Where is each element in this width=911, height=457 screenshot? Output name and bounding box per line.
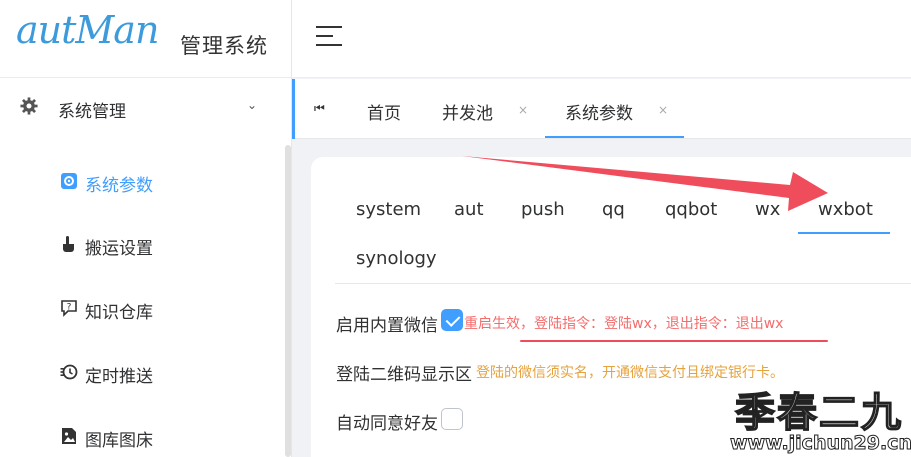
auto-friend-label: 自动同意好友: [336, 414, 438, 434]
active-subtab-underline: [798, 232, 890, 234]
tabs-bar: ⏮ 首页 并发池 × 系统参数 ×: [292, 79, 911, 139]
sidebar-item-gallery[interactable]: 图库图床: [0, 405, 288, 457]
subtab-push[interactable]: push: [521, 199, 565, 220]
sidebar-item-system-params[interactable]: 系统参数: [0, 150, 288, 214]
history-clock-icon: [60, 364, 78, 380]
close-icon[interactable]: ×: [518, 103, 528, 117]
subtab-aut[interactable]: aut: [454, 199, 484, 220]
subtab-qq[interactable]: qq: [602, 199, 625, 220]
sidebar-item-label: 系统参数: [85, 176, 153, 196]
menu-toggle-icon[interactable]: [316, 26, 342, 48]
question-chat-icon: ?: [61, 300, 77, 317]
active-tab-underline: [545, 136, 684, 138]
sidebar-item-scheduled-push[interactable]: 定时推送: [0, 341, 288, 405]
sidebar-item-label: 搬运设置: [85, 239, 153, 259]
sidebar-item-knowledge[interactable]: ? 知识仓库: [0, 277, 288, 341]
auto-friend-checkbox[interactable]: [441, 408, 463, 430]
sidebar-scrollbar[interactable]: [285, 145, 291, 457]
image-file-icon: [62, 428, 76, 444]
tab-home[interactable]: 首页: [367, 99, 401, 124]
tab-system-params[interactable]: 系统参数: [565, 99, 633, 124]
brand-logo: autMan: [16, 8, 159, 52]
sidebar-item-label: 图库图床: [85, 431, 153, 451]
logo-area: autMan 管理系统: [0, 0, 292, 78]
sidebar-group-label: 系统管理: [58, 102, 126, 122]
annotation-underline: [520, 340, 828, 342]
qr-display-hint: 登陆的微信须实名，开通微信支付且绑定银行卡。: [476, 365, 784, 381]
svg-text:?: ?: [67, 303, 72, 313]
close-icon[interactable]: ×: [658, 103, 668, 117]
divider: [335, 283, 911, 284]
settings-icon: [61, 173, 77, 189]
sidebar-group-system[interactable]: 系统管理 ⌄: [0, 78, 292, 138]
builtin-wechat-hint: 重启生效，登陆指令：登陆wx，退出指令：退出wx: [464, 316, 784, 332]
subtab-system[interactable]: system: [356, 199, 421, 220]
subtab-wxbot[interactable]: wxbot: [818, 199, 873, 220]
qr-display-label: 登陆二维码显示区: [336, 365, 472, 385]
sidebar-item-label: 定时推送: [85, 367, 153, 387]
gear-icon: [20, 97, 38, 115]
hand-pointer-icon: [63, 236, 74, 252]
sidebar-item-label: 知识仓库: [85, 303, 153, 323]
tabs-accent-bar: [292, 79, 295, 139]
builtin-wechat-label: 启用内置微信: [336, 316, 438, 336]
sidebar: autMan 管理系统 系统管理 ⌄ 系统参数 搬运设置 ? 知识仓库 定时推送…: [0, 0, 292, 457]
app-root: autMan 管理系统 系统管理 ⌄ 系统参数 搬运设置 ? 知识仓库 定时推送…: [0, 0, 911, 457]
top-header: [292, 0, 911, 78]
tab-pool[interactable]: 并发池: [442, 99, 493, 124]
scroll-first-icon[interactable]: ⏮: [314, 101, 325, 116]
chevron-down-icon: ⌄: [247, 98, 258, 112]
subtab-wx[interactable]: wx: [755, 199, 780, 220]
subtab-synology[interactable]: synology: [356, 248, 437, 269]
watermark-text: 季春二九: [734, 389, 903, 437]
brand-name: 管理系统: [180, 34, 268, 58]
watermark-url: www.jichun29.cn: [730, 432, 911, 455]
sidebar-item-transfer[interactable]: 搬运设置: [0, 213, 288, 277]
builtin-wechat-checkbox[interactable]: [441, 309, 463, 331]
subtab-qqbot[interactable]: qqbot: [665, 199, 717, 220]
